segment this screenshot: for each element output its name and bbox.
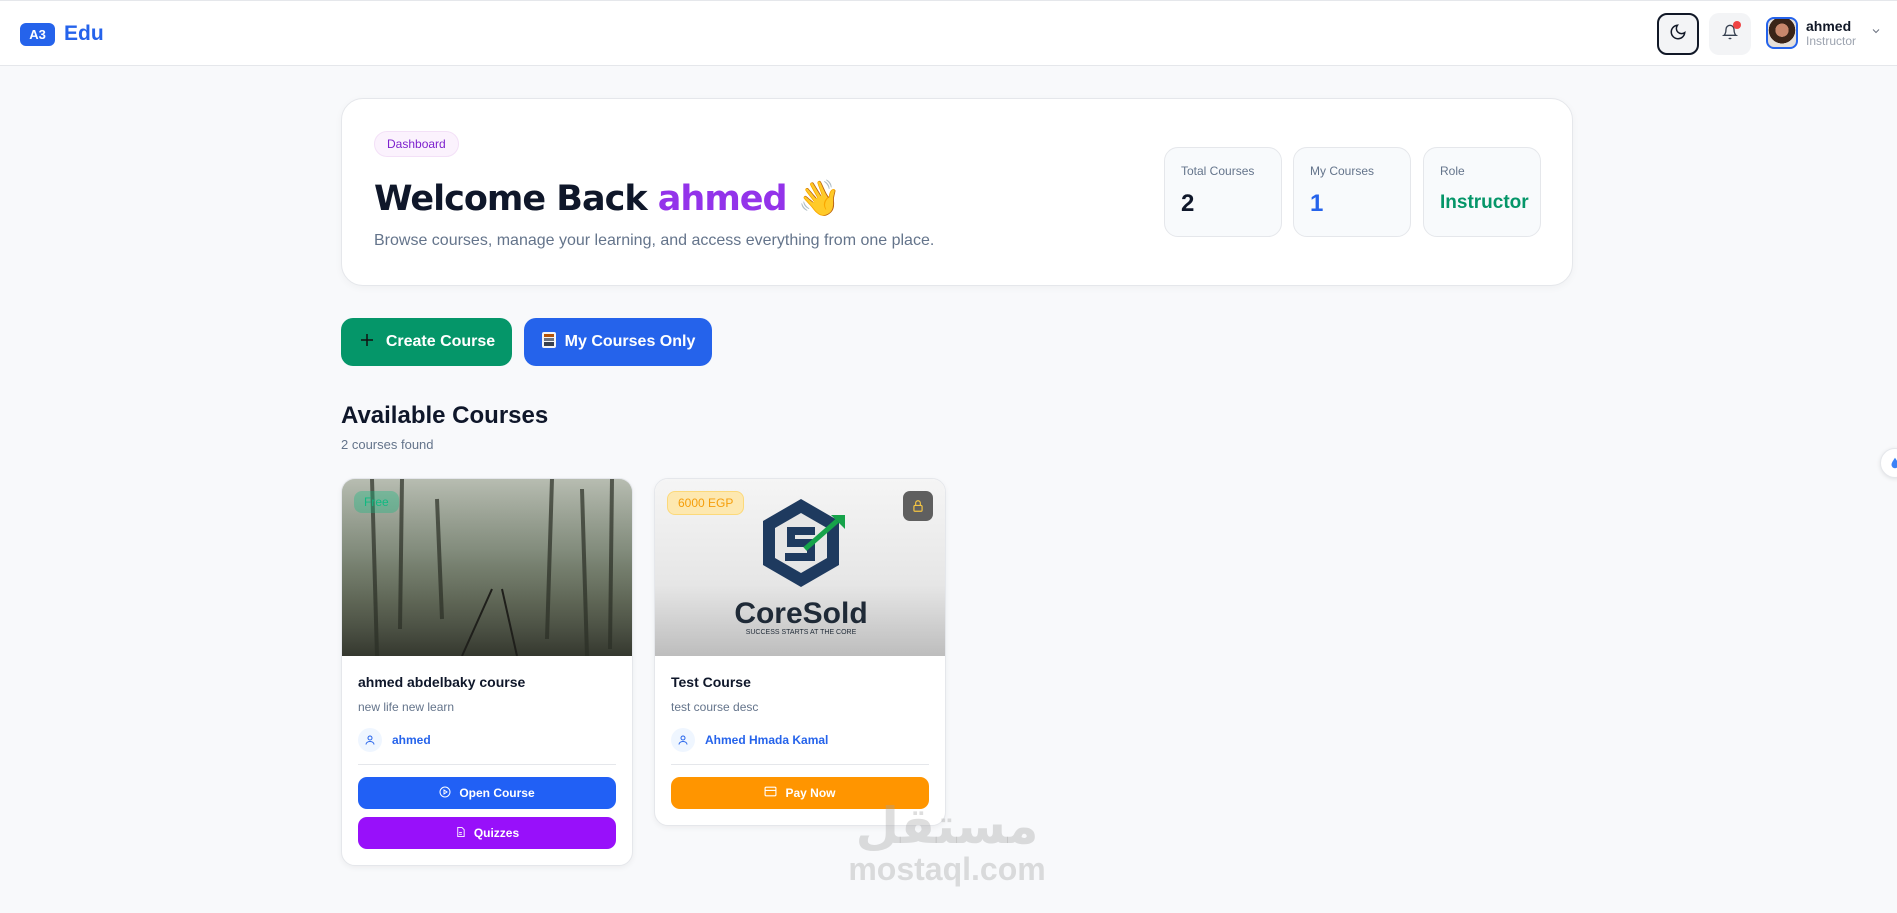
course-image[interactable]: Free — [342, 479, 632, 656]
stat-label: Total Courses — [1181, 164, 1255, 178]
user-name: ahmed — [1806, 18, 1852, 34]
credit-card-icon — [764, 786, 777, 800]
course-card: CoreSold SUCCESS STARTS AT THE CORE 6000… — [654, 478, 946, 826]
course-card: Free ahmed abdelbaky course new life new… — [341, 478, 633, 866]
stat-my-courses: My Courses 1 — [1293, 147, 1411, 237]
welcome-card: Dashboard Welcome Back ahmed 👋 Browse co… — [341, 98, 1573, 286]
logo-badge: A3 — [20, 22, 55, 46]
course-description: new life new learn — [358, 700, 455, 714]
dashboard-pill: Dashboard — [374, 131, 459, 157]
user-role: Instructor — [1806, 34, 1857, 48]
open-course-button[interactable]: Open Course — [358, 777, 616, 809]
logo-text: Edu — [64, 22, 104, 45]
my-courses-only-label: My Courses Only — [564, 333, 696, 350]
course-title: Test Course — [671, 674, 751, 690]
price-badge: Free — [354, 491, 399, 513]
moon-icon — [1669, 23, 1687, 46]
course-instructor: Ahmed Hmada Kamal — [671, 728, 929, 765]
droplet-icon — [1881, 457, 1897, 474]
books-icon — [541, 331, 557, 354]
logo[interactable]: A3 Edu — [20, 22, 104, 46]
welcome-username: ahmed — [657, 179, 788, 219]
welcome-subtitle: Browse courses, manage your learning, an… — [374, 232, 935, 249]
user-menu[interactable]: ahmed Instructor — [1766, 17, 1882, 49]
theme-toggle-button[interactable] — [1657, 13, 1699, 55]
course-title: ahmed abdelbaky course — [358, 674, 526, 690]
quizzes-button[interactable]: Quizzes — [358, 817, 616, 849]
create-course-button[interactable]: Create Course — [341, 318, 512, 366]
chevron-down-icon — [1870, 24, 1882, 42]
instructor-name: Ahmed Hmada Kamal — [705, 733, 829, 747]
user-icon — [671, 728, 695, 752]
page-title: Welcome Back ahmed 👋 — [374, 178, 842, 219]
instructor-name: ahmed — [392, 733, 431, 747]
section-subtitle: 2 courses found — [341, 437, 434, 452]
notification-dot — [1733, 21, 1741, 29]
feedback-widget[interactable] — [1880, 448, 1897, 478]
lock-icon — [903, 491, 933, 521]
stat-value: Instructor — [1440, 192, 1529, 213]
course-description: test course desc — [671, 700, 759, 714]
pay-now-label: Pay Now — [785, 786, 836, 800]
course-instructor: ahmed — [358, 728, 616, 765]
avatar — [1766, 17, 1798, 49]
user-icon — [358, 728, 382, 752]
top-bar: A3 Edu ahmed Instructor — [0, 0, 1897, 66]
quizzes-label: Quizzes — [473, 826, 520, 840]
watermark-latin: mostaql.com — [848, 851, 1046, 887]
pay-now-button[interactable]: Pay Now — [671, 777, 929, 809]
document-icon — [455, 826, 466, 841]
create-course-label: Create Course — [385, 333, 496, 350]
my-courses-only-button[interactable]: My Courses Only — [524, 318, 712, 366]
stat-value: 1 — [1310, 190, 1324, 217]
course-image[interactable]: CoreSold SUCCESS STARTS AT THE CORE 6000… — [655, 479, 945, 656]
stat-value: 2 — [1181, 190, 1195, 217]
play-circle-icon — [439, 786, 451, 801]
open-course-label: Open Course — [459, 786, 535, 800]
notifications-button[interactable] — [1709, 13, 1751, 55]
plus-icon — [358, 331, 376, 354]
stat-role: Role Instructor — [1423, 147, 1541, 237]
stat-label: My Courses — [1310, 164, 1375, 178]
stat-total-courses: Total Courses 2 — [1164, 147, 1282, 237]
waving-hand-icon: 👋 — [797, 179, 842, 219]
price-badge: 6000 EGP — [667, 491, 745, 515]
section-title: Available Courses — [341, 402, 549, 429]
coresold-logo-tagline: SUCCESS STARTS AT THE CORE — [746, 629, 857, 636]
coresold-logo-text: CoreSold — [734, 597, 867, 630]
welcome-prefix: Welcome Back — [374, 179, 648, 219]
stat-label: Role — [1440, 164, 1465, 178]
